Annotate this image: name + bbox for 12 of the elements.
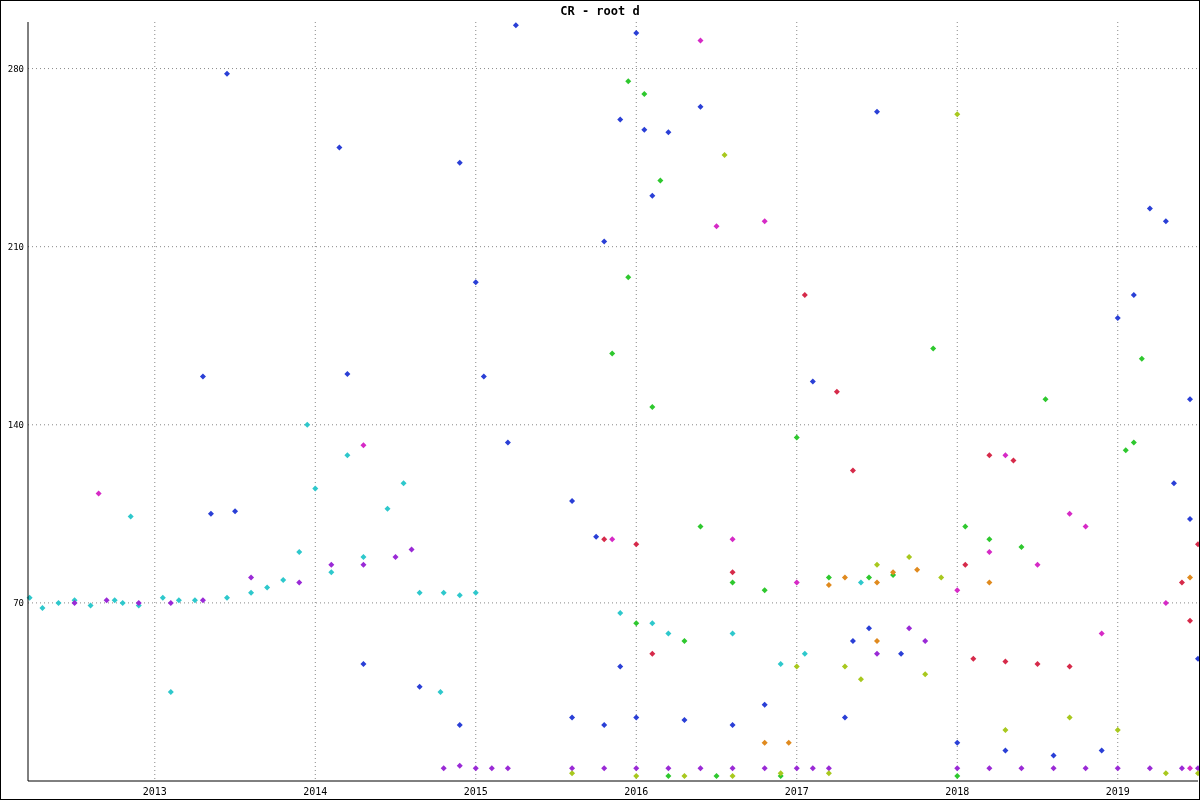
x-tick-label: 2013 (142, 786, 167, 797)
x-tick-label: 2018 (945, 786, 970, 797)
y-tick-label: 70 (13, 597, 24, 608)
y-tick-label: 140 (7, 419, 24, 430)
x-tick-label: 2019 (1105, 786, 1130, 797)
x-tick-label: 2016 (624, 786, 649, 797)
y-tick-label: 280 (7, 63, 24, 74)
y-tick-label: 210 (7, 241, 24, 252)
x-tick-label: 2015 (463, 786, 488, 797)
x-tick-label: 2014 (303, 786, 328, 797)
x-tick-label: 2017 (784, 786, 809, 797)
chart-title: CR - root d (560, 3, 640, 18)
